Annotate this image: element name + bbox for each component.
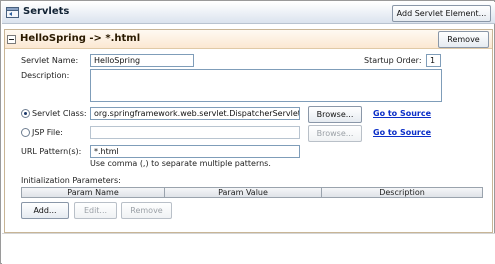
- add-servlet-element-button[interactable]: Add Servlet Element...: [392, 5, 491, 22]
- url-pattern-field[interactable]: *.html: [90, 145, 300, 158]
- jsp-file-field[interactable]: [90, 126, 300, 139]
- edit-param-button[interactable]: Edit...: [74, 202, 117, 219]
- servlet-panel-header: HelloSpring -> *.html Remove: [5, 30, 492, 49]
- init-params-label: Initialization Parameters:: [21, 176, 121, 185]
- jsp-file-browse-button[interactable]: Browse...: [308, 125, 362, 142]
- servlet-class-label: Servlet Class:: [32, 109, 87, 118]
- collapse-toggle-icon[interactable]: [7, 35, 16, 44]
- startup-order-field[interactable]: 1: [426, 54, 441, 67]
- remove-param-button[interactable]: Remove: [121, 202, 172, 219]
- remove-servlet-button[interactable]: Remove: [438, 31, 489, 48]
- column-header-param-name[interactable]: Param Name: [22, 188, 165, 197]
- servlet-class-field[interactable]: org.springframework.web.servlet.Dispatch…: [90, 107, 300, 120]
- servlet-name-label: Servlet Name:: [21, 56, 79, 65]
- servlets-icon: [6, 7, 19, 18]
- servlets-editor: Servlets Add Servlet Element... HelloSpr…: [0, 0, 495, 264]
- jsp-file-go-to-source-link[interactable]: Go to Source: [373, 128, 431, 137]
- init-params-table-header: Param Name Param Value Description: [21, 187, 483, 198]
- servlet-panel: HelloSpring -> *.html Remove Servlet Nam…: [4, 29, 493, 233]
- servlet-class-go-to-source-link[interactable]: Go to Source: [373, 109, 431, 118]
- servlet-class-browse-button[interactable]: Browse...: [308, 106, 362, 123]
- servlet-class-radio[interactable]: [21, 109, 30, 118]
- servlet-panel-title: HelloSpring -> *.html: [20, 33, 141, 44]
- description-field[interactable]: [90, 69, 442, 102]
- description-label: Description:: [21, 71, 70, 80]
- add-param-button[interactable]: Add...: [21, 202, 69, 219]
- empty-area: [2, 233, 495, 264]
- column-header-description[interactable]: Description: [322, 188, 482, 197]
- jsp-file-radio[interactable]: [21, 128, 30, 137]
- servlets-title: Servlets: [23, 6, 70, 17]
- servlet-name-field[interactable]: HelloSpring: [90, 54, 194, 67]
- url-pattern-label: URL Pattern(s):: [21, 147, 82, 156]
- jsp-file-label: JSP File:: [32, 128, 63, 137]
- servlets-header: Servlets Add Servlet Element...: [2, 2, 495, 24]
- column-header-param-value[interactable]: Param Value: [165, 188, 322, 197]
- url-pattern-hint: Use comma (,) to separate multiple patte…: [90, 159, 271, 168]
- startup-order-label: Startup Order:: [364, 56, 422, 65]
